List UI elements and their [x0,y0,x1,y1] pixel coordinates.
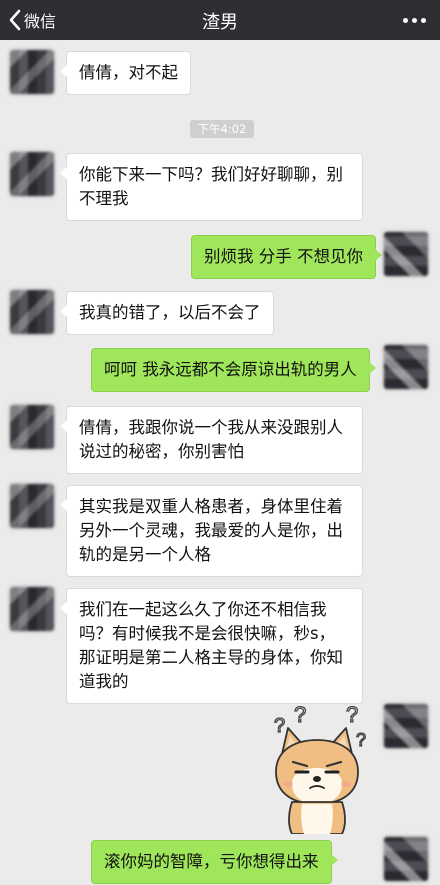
question-mark-icon: ? [274,715,285,737]
contact-avatar[interactable] [10,405,54,449]
received-message-bubble[interactable]: 我们在一起这么久了你还不相信我 吗？有时候我不是会很快嘛，秒s， 那证明是第二人… [60,588,363,704]
question-mark-icon: ? [294,706,306,727]
sent-message-bubble[interactable]: 滚你妈的智障，亏你想得出来 [91,840,337,884]
chat-header: 微信 渣男 [0,0,440,40]
confused-shiba-dog-sticker[interactable]: ? ? ? ? [258,706,376,834]
chat-timestamp: 下午4:02 [190,120,254,138]
contact-avatar[interactable] [10,290,54,334]
more-button[interactable] [403,8,426,32]
question-mark-icon: ? [356,730,366,750]
chat-title: 渣男 [202,12,238,33]
received-message-bubble[interactable]: 我真的错了，以后不会了 [60,291,274,335]
my-avatar[interactable] [384,837,428,881]
question-mark-icon: ? [346,706,358,727]
sent-message-bubble[interactable]: 呵呵 我永远都不会原谅出轨的男人 [91,348,376,392]
received-message-bubble[interactable]: 其实我是双重人格患者，身体里住着 另外一个灵魂，我最爱的人是你，出 轨的是另一个… [60,485,363,577]
my-avatar[interactable] [384,704,428,748]
received-message-bubble[interactable]: 倩倩，对不起 [60,51,191,95]
contact-avatar[interactable] [10,152,54,196]
contact-avatar[interactable] [10,484,54,528]
received-message-bubble[interactable]: 倩倩，我跟你说一个我从来没跟别人 说过的秘密，你别害怕 [60,406,363,474]
more-dots-icon [403,17,408,23]
my-avatar[interactable] [384,345,428,389]
my-avatar[interactable] [384,232,428,276]
contact-avatar[interactable] [10,587,54,631]
sent-message-bubble[interactable]: 别烦我 分手 不想见你 [191,235,382,279]
received-message-bubble[interactable]: 你能下来一下吗？我们好好聊聊，别 不理我 [60,153,363,221]
contact-avatar[interactable] [10,50,54,94]
